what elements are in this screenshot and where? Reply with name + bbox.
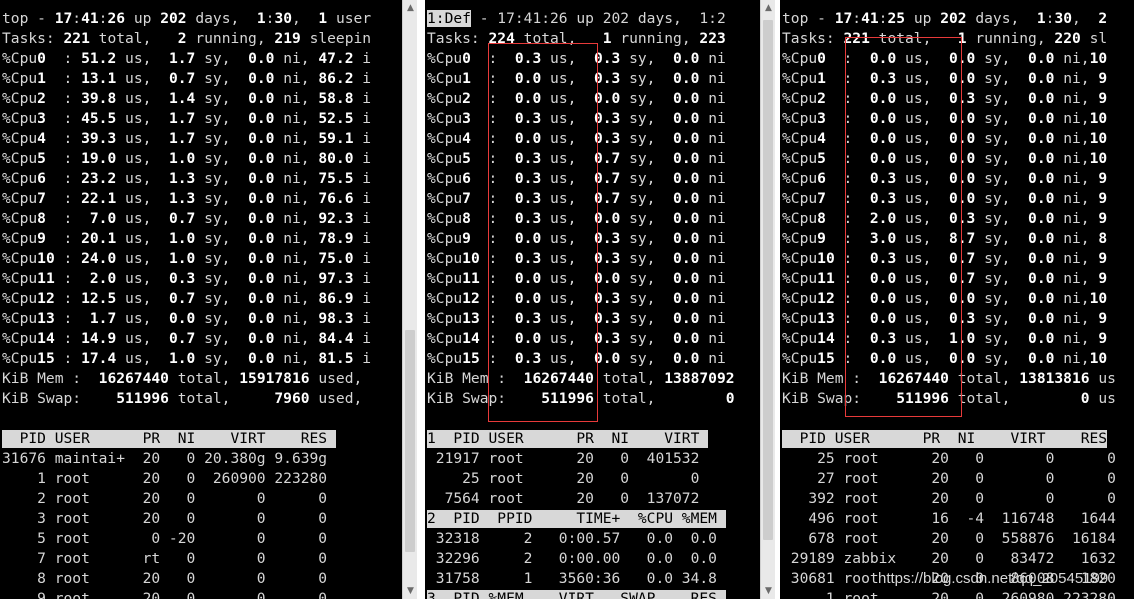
process-row: 2 root 20 0 0 0 (2, 490, 328, 507)
process-row: 31758 1 3560:36 0.0 34.8 (427, 570, 717, 587)
process-row: 8 root 20 0 0 0 (2, 570, 328, 587)
summary-line: %Cpu11 : 2.0 us, 0.3 sy, 0.0 ni, 97.3 i (2, 270, 372, 287)
summary-line: %Cpu5 : 19.0 us, 1.0 sy, 0.0 ni, 80.0 i (2, 150, 372, 167)
summary-line: %Cpu0 : 51.2 us, 1.7 sy, 0.0 ni, 47.2 i (2, 50, 372, 67)
summary-line: %Cpu14 : 14.9 us, 0.7 sy, 0.0 ni, 84.4 i (2, 330, 372, 347)
summary-line: %Cpu6 : 23.2 us, 1.3 sy, 0.0 ni, 75.5 i (2, 170, 372, 187)
process-row: 392 root 20 0 0 0 (782, 490, 1116, 507)
process-row: 7564 root 20 0 137072 (427, 490, 700, 507)
summary-line: %Cpu7 : 22.1 us, 1.3 sy, 0.0 ni, 76.6 i (2, 190, 372, 207)
process-row: 31676 maintai+ 20 0 20.380g 9.639g (2, 450, 328, 467)
scroll-up-arrow-icon[interactable]: ▲ (403, 0, 418, 16)
process-row: 496 root 16 -4 116748 1644 (782, 510, 1116, 527)
scroll-up-arrow-icon[interactable]: ▲ (761, 0, 776, 16)
pane2-window2-column-header: 2 PID PPID TIME+ %CPU %MEM (427, 510, 726, 528)
summary-line: top - 17:41:25 up 202 days, 1:30, 2 (782, 10, 1108, 27)
pane1-scrollbar-thumb[interactable] (405, 330, 415, 552)
process-row: 32318 2 0:00.57 0.0 0.0 (427, 530, 717, 547)
summary-line: %Cpu1 : 13.1 us, 0.7 sy, 0.0 ni, 86.2 i (2, 70, 372, 87)
summary-line: %Cpu8 : 7.0 us, 0.7 sy, 0.0 ni, 92.3 i (2, 210, 372, 227)
pane2-window1-column-header: 1 PID USER PR NI VIRT (427, 430, 709, 448)
summary-line: %Cpu2 : 39.8 us, 1.4 sy, 0.0 ni, 58.8 i (2, 90, 372, 107)
scroll-down-arrow-icon[interactable]: ▼ (761, 583, 776, 599)
process-row: 32296 2 0:00.00 0.0 0.0 (427, 550, 717, 567)
pane2-window3-column-header: 3 PID %MEM VIRT SWAP RES (427, 590, 726, 599)
watermark-url: https://blog.csdn.net/qq_20545199 (878, 570, 1109, 587)
pane3-process-column-header: PID USER PR NI VIRT RES (782, 430, 1108, 448)
pane1-process-column-header: PID USER PR NI VIRT RES (2, 430, 336, 448)
summary-line: %Cpu9 : 20.1 us, 1.0 sy, 0.0 ni, 78.9 i (2, 230, 372, 247)
summary-line: top - 17:41:26 up 202 days, 1:30, 1 user (2, 10, 372, 27)
terminal-pane-1[interactable]: top - 17:41:26 up 202 days, 1:30, 1 user… (0, 0, 402, 599)
pane1-scrollbar[interactable]: ▲ ▼ (402, 0, 417, 599)
pane2-scrollbar-thumb[interactable] (763, 20, 773, 540)
summary-line: KiB Swap: 511996 total, 7960 used, (2, 390, 363, 407)
process-row: 25 root 20 0 0 0 (782, 450, 1116, 467)
process-row: 7 root rt 0 0 0 (2, 550, 328, 567)
process-row: 1 root 20 0 260900 223280 (2, 470, 328, 487)
process-row: 25 root 20 0 0 (427, 470, 700, 487)
summary-line: %Cpu13 : 1.7 us, 0.0 sy, 0.0 ni, 98.3 i (2, 310, 372, 327)
process-row: 9 root 20 0 0 0 (2, 590, 328, 599)
window-label-badge[interactable]: 1:Def (427, 10, 471, 27)
process-row: 27 root 20 0 0 0 (782, 470, 1116, 487)
summary-line: %Cpu4 : 39.3 us, 1.7 sy, 0.0 ni, 59.1 i (2, 130, 372, 147)
pane-separator (417, 0, 425, 599)
process-row: 3 root 20 0 0 0 (2, 510, 328, 527)
summary-line: %Cpu3 : 45.5 us, 1.7 sy, 0.0 ni, 52.5 i (2, 110, 372, 127)
summary-line: %Cpu15 : 17.4 us, 1.0 sy, 0.0 ni, 81.5 i (2, 350, 372, 367)
process-row: 29189 zabbix 20 0 83472 1632 (782, 550, 1116, 567)
process-row: 1 root 20 0 260980 223280 (782, 590, 1116, 599)
summary-line: %Cpu12 : 12.5 us, 0.7 sy, 0.0 ni, 86.9 i (2, 290, 372, 307)
terminal-pane-3[interactable]: top - 17:41:25 up 202 days, 1:30, 2 Tasks… (780, 0, 1134, 599)
process-row: 678 root 20 0 558876 16184 (782, 530, 1116, 547)
process-row: 21917 root 20 0 401532 (427, 450, 700, 467)
terminal-pane-2[interactable]: 1:Def - 17:41:26 up 202 days, 1:2 Tasks:… (425, 0, 760, 599)
pane2-first-line-rest: - 17:41:26 up 202 days, 1:2 (470, 10, 726, 27)
summary-line: Tasks: 221 total, 2 running, 219 sleepin (2, 30, 372, 47)
summary-line: %Cpu10 : 24.0 us, 1.0 sy, 0.0 ni, 75.0 i (2, 250, 372, 267)
summary-line: KiB Mem : 16267440 total, 15917816 used, (2, 370, 363, 387)
process-row: 5 root 0 -20 0 0 (2, 530, 328, 547)
pane2-scrollbar[interactable]: ▲ ▼ (760, 0, 775, 599)
annotation-box-pane3 (845, 37, 962, 417)
pane2-first-line: 1:Def - 17:41:26 up 202 days, 1:2 (427, 9, 726, 29)
scroll-down-arrow-icon[interactable]: ▼ (403, 583, 418, 599)
annotation-box-pane2 (488, 43, 598, 422)
